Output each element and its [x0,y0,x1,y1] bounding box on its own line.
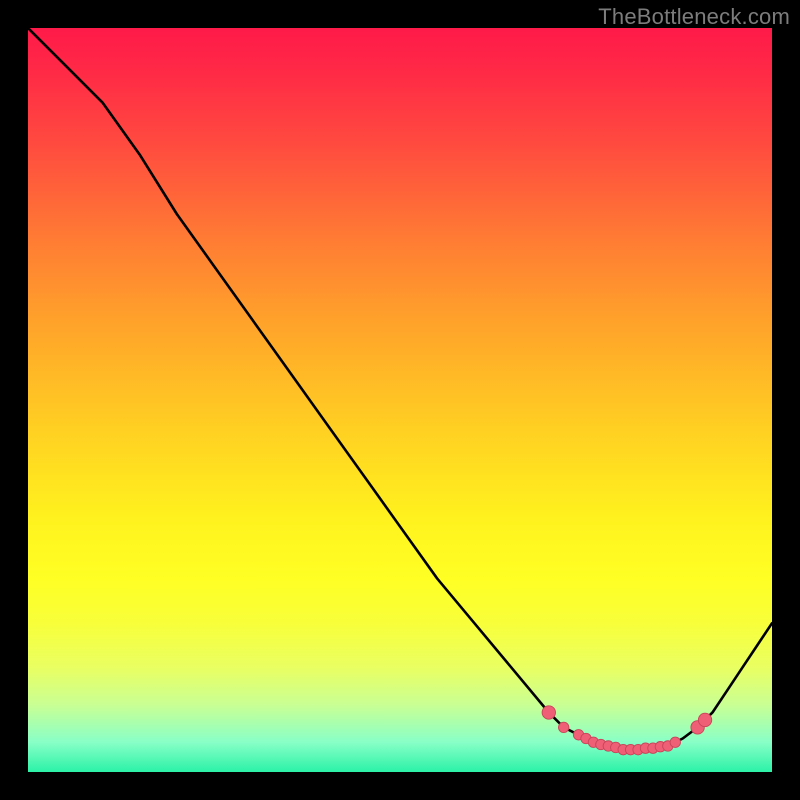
bottleneck-curve [28,28,772,750]
curve-marker [698,713,711,726]
attribution-label: TheBottleneck.com [598,4,790,30]
curve-marker [542,706,555,719]
curve-marker [558,722,568,732]
curve-markers [542,706,712,755]
curve-layer [28,28,772,772]
chart-frame: TheBottleneck.com [0,0,800,800]
curve-marker [670,737,680,747]
